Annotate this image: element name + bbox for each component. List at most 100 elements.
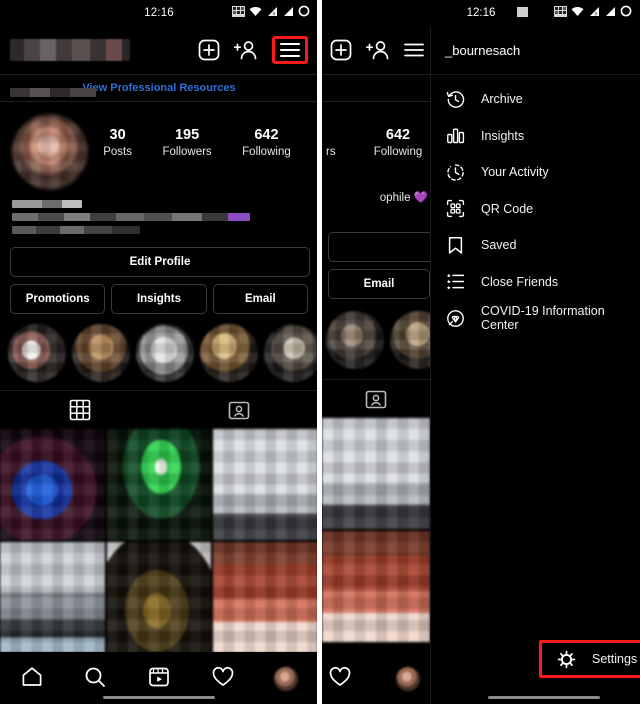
email-button[interactable]: Email <box>212 284 308 314</box>
side-menu-drawer: _bournesach Archive Insights Your Activi… <box>430 26 640 704</box>
svg-text:R: R <box>595 11 598 16</box>
grid-photo[interactable] <box>106 542 212 653</box>
discover-people-icon[interactable] <box>234 39 258 61</box>
header-icons-left <box>198 36 308 64</box>
status-bar-left: 12:16 R <box>0 0 318 26</box>
heart-icon[interactable] <box>211 665 235 694</box>
stat-followers-partial[interactable]: rs <box>326 126 370 160</box>
grid-photo[interactable] <box>0 542 105 653</box>
add-post-icon[interactable] <box>198 39 220 61</box>
story-highlight-item-partial[interactable] <box>390 311 430 369</box>
add-post-icon[interactable] <box>330 39 352 61</box>
profile-avatar[interactable] <box>12 114 88 190</box>
qr-code-icon <box>445 199 465 219</box>
bio-line-1 <box>12 200 82 208</box>
underlying-profile-partial: rs 642 Following ophile 💜 Email <box>322 0 430 704</box>
stat-posts-value: 30 <box>109 127 126 143</box>
email-button-partial[interactable]: Email <box>328 269 430 299</box>
menu-item-label: Close Friends <box>481 274 559 289</box>
insights-bars-icon <box>445 126 465 146</box>
stat-followers-label-partial: rs <box>326 146 336 158</box>
screenshot-root: 12:16 R View Professional Resources 30 P… <box>0 0 640 704</box>
profile-username-redacted-line2 <box>10 88 96 97</box>
story-highlight-item[interactable] <box>136 324 194 382</box>
battery-circle-icon <box>620 4 632 22</box>
photo-thumbnail-icon <box>554 4 567 22</box>
bookmark-icon <box>445 235 465 255</box>
discover-people-icon[interactable] <box>366 39 390 61</box>
promotions-button[interactable]: Promotions <box>10 284 106 314</box>
story-highlights-row <box>0 314 318 390</box>
signal-icon <box>282 4 294 22</box>
hamburger-menu-icon[interactable] <box>272 36 308 64</box>
tab-tagged-partial[interactable] <box>322 380 430 418</box>
story-highlight-item-partial[interactable] <box>326 311 384 369</box>
stat-followers-value: 195 <box>174 127 200 143</box>
menu-item-label: Saved <box>481 238 517 253</box>
activity-clock-icon <box>445 162 465 182</box>
story-highlight-item[interactable] <box>8 324 66 382</box>
grid-photo[interactable] <box>213 542 318 653</box>
menu-item-label: COVID-19 Information Center <box>481 304 605 333</box>
home-icon[interactable] <box>20 665 44 694</box>
reels-icon[interactable] <box>147 665 171 694</box>
menu-item-your-activity[interactable]: Your Activity <box>431 154 640 191</box>
menu-item-archive[interactable]: Archive <box>431 81 640 118</box>
profile-stats: 30 Posts 195 Followers 642 Following <box>88 114 306 160</box>
menu-item-covid-info[interactable]: COVID-19 Information Center <box>431 300 640 337</box>
stat-following[interactable]: 642 Following <box>242 126 291 160</box>
heart-icon[interactable] <box>328 665 352 694</box>
grid-photo-partial[interactable] <box>322 531 430 642</box>
status-bar-photo-icon <box>517 7 528 17</box>
grid-photo[interactable] <box>213 429 318 540</box>
grid-icon <box>69 399 90 421</box>
stat-posts-label: Posts <box>103 146 132 158</box>
profile-tabs-left <box>0 390 318 429</box>
battery-circle-icon <box>298 4 310 22</box>
status-bar-icons: R <box>232 4 310 22</box>
search-icon[interactable] <box>83 665 107 694</box>
menu-item-label: Archive <box>481 92 523 107</box>
tab-grid[interactable] <box>0 391 159 429</box>
menu-item-label: Your Activity <box>481 165 549 180</box>
covid-info-icon <box>445 308 465 328</box>
profile-bio-redacted <box>0 190 318 234</box>
drawer-menu-list: Archive Insights Your Activity QR Code S… <box>431 75 640 337</box>
tagged-person-icon <box>228 401 249 420</box>
menu-item-insights[interactable]: Insights <box>431 118 640 155</box>
panel-divider <box>317 0 322 704</box>
grid-photo-partial[interactable] <box>322 418 430 529</box>
tab-tagged[interactable] <box>159 391 318 429</box>
grid-photo[interactable] <box>0 429 105 540</box>
story-highlight-item[interactable] <box>200 324 258 382</box>
status-bar-icons-right: R <box>554 4 632 22</box>
stat-following-label-partial: Following <box>373 146 423 158</box>
menu-item-label: QR Code <box>481 201 534 216</box>
svg-text:R: R <box>273 11 276 16</box>
edit-profile-button-partial[interactable] <box>328 232 430 262</box>
insights-button[interactable]: Insights <box>111 284 207 314</box>
edit-profile-button[interactable]: Edit Profile <box>10 247 310 277</box>
profile-username-redacted[interactable] <box>10 39 130 61</box>
grid-photo[interactable] <box>106 429 212 540</box>
signal-roaming-icon: R <box>266 4 278 22</box>
profile-avatar-nav[interactable] <box>396 667 420 691</box>
story-highlight-item[interactable] <box>72 324 130 382</box>
story-highlight-item[interactable] <box>264 324 318 382</box>
right-phone-screenshot: 12:16 R rs 642 Following ophile 💜 Email … <box>322 0 640 704</box>
stat-following-label: Following <box>242 146 291 158</box>
menu-item-saved[interactable]: Saved <box>431 227 640 264</box>
profile-bio-partial: ophile 💜 <box>379 192 428 204</box>
tagged-person-icon <box>365 390 387 409</box>
photo-thumbnail-icon <box>232 4 245 22</box>
stat-followers[interactable]: 195 Followers <box>162 126 211 160</box>
profile-avatar-nav[interactable] <box>274 667 299 691</box>
stat-following-partial[interactable]: 642 Following <box>370 126 426 160</box>
menu-item-qr-code[interactable]: QR Code <box>431 191 640 228</box>
stat-posts[interactable]: 30 Posts <box>103 126 132 160</box>
profile-action-buttons: Edit Profile Promotions Insights Email <box>0 239 318 314</box>
signal-icon <box>604 4 616 22</box>
menu-item-close-friends[interactable]: Close Friends <box>431 264 640 301</box>
bio-line-3 <box>12 226 140 234</box>
hamburger-menu-icon[interactable] <box>404 42 424 58</box>
